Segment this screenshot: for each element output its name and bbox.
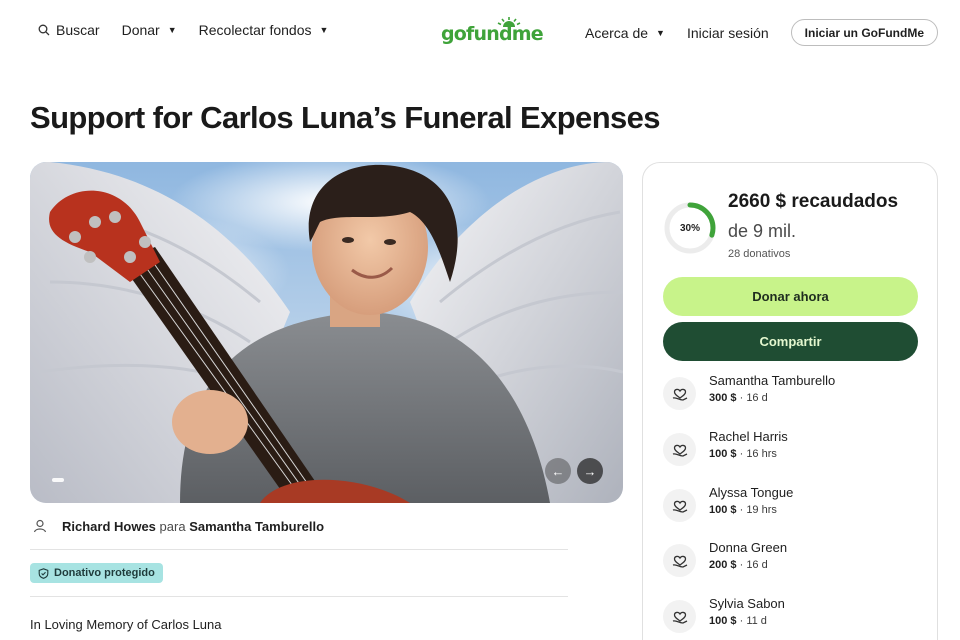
top-navigation: Buscar Donar ▼ Recolectar fondos ▼ gofun… [0, 0, 960, 64]
donor-meta: 100 $ · 19 hrs [709, 504, 777, 516]
nav-right: Acerca de ▼ Iniciar sesión Iniciar un Go… [585, 19, 938, 46]
about-menu-label: Acerca de [584, 24, 649, 41]
donation-summary-card: 30% 2660 $ recaudados de 9 mil. 28 donat… [642, 162, 938, 640]
page-title: Support for Carlos Luna’s Funeral Expens… [30, 100, 661, 135]
donor-meta: 300 $ · 16 d [709, 392, 768, 404]
organizer-para: para [159, 518, 186, 534]
campaign-photo-carousel[interactable]: ← → [30, 162, 623, 503]
donor-name: Sylvia Sabon [709, 596, 785, 611]
search-link[interactable]: Buscar [38, 22, 100, 38]
search-icon [38, 24, 50, 36]
donor-item: Samantha Tamburello 300 $ · 16 d [663, 373, 913, 413]
donor-meta: 200 $ · 16 d [709, 559, 768, 571]
donor-amount: 200 $ [709, 559, 737, 571]
protected-donation-badge[interactable]: Donativo protegido [30, 563, 163, 583]
carousel-indicator[interactable] [52, 478, 64, 482]
donor-name: Rachel Harris [709, 429, 788, 444]
story-text: In Loving Memory of Carlos Luna [30, 617, 222, 632]
donor-amount: 100 $ [709, 615, 737, 627]
donor-item: Rachel Harris 100 $ · 16 hrs [663, 429, 913, 469]
donor-time: 19 hrs [746, 504, 777, 516]
heart-hand-icon [663, 433, 696, 466]
donor-item: Sylvia Sabon 100 $ · 11 d [663, 596, 913, 636]
heart-hand-icon [663, 489, 696, 522]
shield-icon [38, 567, 49, 579]
carousel-prev-button[interactable]: ← [545, 458, 571, 484]
nav-left: Buscar Donar ▼ Recolectar fondos ▼ [38, 22, 328, 38]
donor-amount: 300 $ [709, 392, 737, 404]
share-button[interactable]: Compartir [663, 322, 918, 361]
arrow-left-icon: ← [551, 463, 565, 479]
logo-text: gofundme [441, 23, 544, 45]
donor-item: Donna Green 200 $ · 16 d [663, 540, 913, 580]
carousel-next-button[interactable]: → [577, 458, 603, 484]
donor-time: 16 hrs [746, 448, 777, 460]
divider [30, 549, 568, 550]
search-label: Buscar [56, 22, 100, 38]
goal-amount: de 9 mil. [728, 221, 797, 241]
signin-label: Iniciar sesión [686, 24, 769, 41]
logo-sun-icon [497, 17, 521, 27]
organizer-info: Richard Howes para Samantha Tamburello [32, 518, 324, 534]
donate-now-button[interactable]: Donar ahora [663, 277, 918, 316]
donor-name: Alyssa Tongue [709, 485, 794, 500]
donor-time: 16 d [746, 559, 768, 571]
donor-item: Alyssa Tongue 100 $ · 19 hrs [663, 485, 913, 525]
divider [30, 596, 568, 597]
gofundme-logo[interactable]: gofundme [441, 17, 544, 45]
beneficiary-name[interactable]: Samantha Tamburello [189, 519, 324, 534]
donor-meta: 100 $ · 11 d [709, 615, 767, 627]
donate-menu-label: Donar [121, 22, 160, 38]
donation-count: 28 donativos [728, 248, 791, 260]
protected-donation-label: Donativo protegido [54, 567, 155, 579]
start-gofundme-button[interactable]: Iniciar un GoFundMe [790, 19, 938, 46]
donor-name: Samantha Tamburello [709, 373, 836, 388]
heart-hand-icon [663, 600, 696, 633]
amount-raised: 2660 $ recaudados [728, 191, 899, 212]
chevron-down-icon: ▼ [656, 27, 665, 38]
organizer-name[interactable]: Richard Howes [62, 519, 156, 534]
donor-name: Donna Green [709, 540, 788, 555]
progress-ring: 30% [663, 201, 717, 255]
donor-amount: 100 $ [709, 504, 737, 516]
heart-hand-icon [663, 377, 696, 410]
campaign-photo [30, 162, 623, 503]
heart-hand-icon [663, 544, 696, 577]
organizer-text: Richard Howes para Samantha Tamburello [62, 519, 324, 534]
signin-link[interactable]: Iniciar sesión [687, 25, 769, 41]
progress-percent: 30% [679, 222, 700, 234]
donate-menu[interactable]: Donar ▼ [122, 22, 177, 38]
chevron-down-icon: ▼ [167, 25, 177, 35]
fundraise-menu[interactable]: Recolectar fondos ▼ [199, 22, 329, 38]
chevron-down-icon: ▼ [319, 25, 329, 35]
about-menu[interactable]: Acerca de ▼ [585, 25, 665, 41]
donor-time: 16 d [746, 392, 768, 404]
user-icon [33, 519, 47, 533]
arrow-right-icon: → [583, 463, 597, 479]
fundraise-menu-label: Recolectar fondos [198, 22, 312, 38]
donor-meta: 100 $ · 16 hrs [709, 448, 777, 460]
donor-time: 11 d [746, 615, 767, 627]
donor-amount: 100 $ [709, 448, 737, 460]
